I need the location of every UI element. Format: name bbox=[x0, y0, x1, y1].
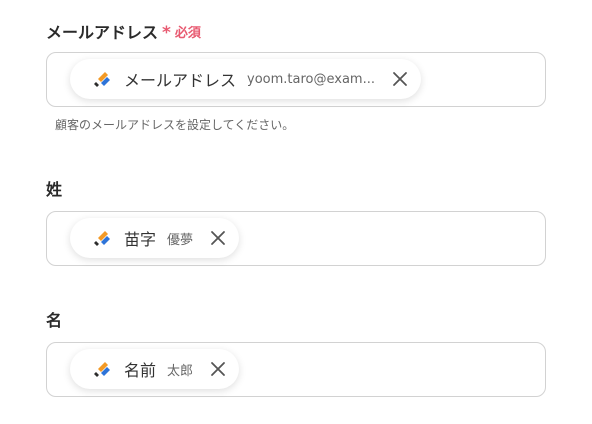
remove-chip-button[interactable] bbox=[207, 358, 229, 380]
required-asterisk: * bbox=[162, 22, 171, 43]
email-help-text: 顧客のメールアドレスを設定してください。 bbox=[55, 118, 295, 132]
remove-chip-button[interactable] bbox=[207, 227, 229, 249]
first-name-input[interactable]: 名前 太郎 bbox=[46, 342, 546, 397]
last-name-field-group: 姓 苗字 優夢 bbox=[46, 177, 546, 266]
email-input[interactable]: メールアドレス yoom.taro@exam... bbox=[46, 52, 546, 107]
first-name-label: 名 bbox=[46, 311, 63, 330]
yoom-logo-icon bbox=[94, 72, 110, 87]
required-text: 必須 bbox=[174, 25, 201, 41]
last-name-label: 姓 bbox=[46, 180, 63, 199]
chip-name: 名前 bbox=[124, 361, 157, 380]
close-icon bbox=[211, 231, 225, 245]
required-badge: * 必須 bbox=[162, 22, 201, 41]
yoom-logo-icon bbox=[94, 231, 110, 246]
first-name-field-group: 名 名前 太郎 bbox=[46, 308, 546, 397]
email-field-group: メールアドレス * 必須 メールアドレス yoom.taro@exam... 顧… bbox=[46, 20, 546, 133]
last-name-variable-chip[interactable]: 苗字 優夢 bbox=[70, 218, 240, 258]
first-name-variable-chip[interactable]: 名前 太郎 bbox=[70, 349, 240, 389]
chip-name: メールアドレス bbox=[124, 71, 237, 90]
yoom-logo-icon bbox=[94, 362, 110, 377]
chip-value: 太郎 bbox=[167, 363, 194, 379]
last-name-input[interactable]: 苗字 優夢 bbox=[46, 211, 546, 266]
remove-chip-button[interactable] bbox=[389, 68, 411, 90]
close-icon bbox=[211, 362, 225, 376]
chip-name: 苗字 bbox=[124, 230, 157, 249]
chip-value: yoom.taro@exam... bbox=[247, 71, 375, 87]
email-variable-chip[interactable]: メールアドレス yoom.taro@exam... bbox=[70, 59, 421, 99]
close-icon bbox=[393, 72, 407, 86]
chip-value: 優夢 bbox=[167, 232, 194, 248]
email-label-text: メールアドレス bbox=[46, 23, 159, 42]
email-field-label: メールアドレス * 必須 bbox=[46, 20, 546, 42]
